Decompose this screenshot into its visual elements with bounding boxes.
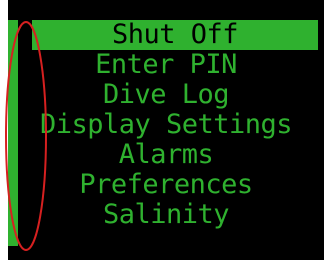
menu-item-preferences[interactable]: Preferences	[8, 170, 324, 200]
scroll-indicator-bar	[8, 20, 18, 246]
menu-item-display-settings[interactable]: Display Settings	[8, 110, 324, 140]
main-menu: Shut Off Enter PIN Dive Log Display Sett…	[8, 20, 324, 230]
menu-item-enter-pin[interactable]: Enter PIN	[8, 50, 324, 80]
menu-item-shut-off[interactable]: Shut Off	[32, 20, 318, 50]
menu-item-salinity[interactable]: Salinity	[8, 200, 324, 230]
menu-item-alarms[interactable]: Alarms	[8, 140, 324, 170]
menu-item-dive-log[interactable]: Dive Log	[8, 80, 324, 110]
dive-computer-screen: Shut Off Enter PIN Dive Log Display Sett…	[8, 0, 324, 260]
